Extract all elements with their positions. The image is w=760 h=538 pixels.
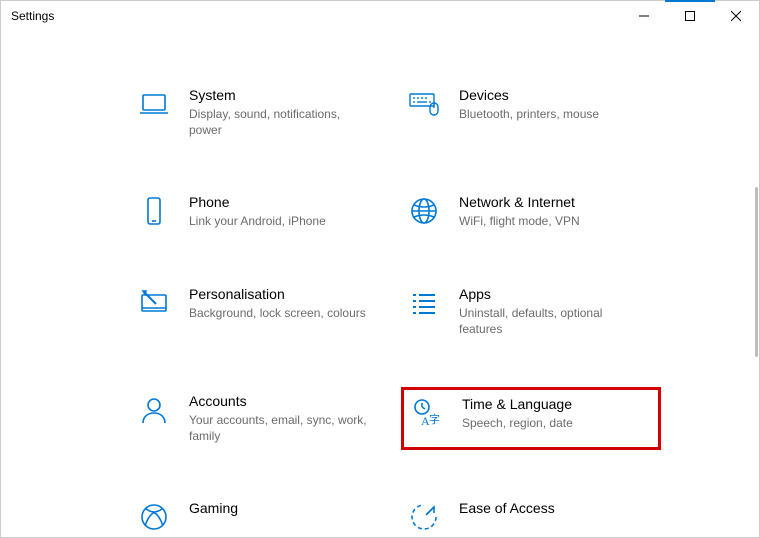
xbox-icon [137,500,171,534]
keyboard-mouse-icon [407,87,441,121]
category-label: Apps [459,286,639,302]
scrollbar-thumb[interactable] [755,187,758,357]
category-desc: Your accounts, email, sync, work, family [189,412,369,444]
maximize-button[interactable] [667,1,713,31]
category-desc: Link your Android, iPhone [189,213,326,229]
category-desc: Bluetooth, printers, mouse [459,106,599,122]
category-label: Devices [459,87,599,103]
titlebar: Settings [1,1,759,31]
accent-bar [665,0,715,2]
category-desc: Display, sound, notifications, power [189,106,369,138]
category-phone[interactable]: Phone Link your Android, iPhone [131,188,391,235]
window-title: Settings [11,9,621,23]
category-desc: Speech, region, date [462,415,573,431]
category-label: System [189,87,369,103]
category-grid: System Display, sound, notifications, po… [131,31,699,537]
category-network[interactable]: Network & Internet WiFi, flight mode, VP… [401,188,661,235]
category-system[interactable]: System Display, sound, notifications, po… [131,81,391,144]
category-time-language[interactable]: A 字 Time & Language Speech, region, date [401,387,661,450]
laptop-icon [137,87,171,121]
globe-icon [407,194,441,228]
category-label: Gaming [189,500,238,516]
phone-icon [137,194,171,228]
category-apps[interactable]: Apps Uninstall, defaults, optional featu… [401,280,661,343]
category-label: Accounts [189,393,369,409]
category-gaming[interactable]: Gaming [131,494,391,537]
category-devices[interactable]: Devices Bluetooth, printers, mouse [401,81,661,144]
time-language-icon: A 字 [410,396,444,430]
category-ease-of-access[interactable]: Ease of Access [401,494,661,537]
category-personalisation[interactable]: Personalisation Background, lock screen,… [131,280,391,343]
person-icon [137,393,171,427]
content-area: System Display, sound, notifications, po… [1,31,759,537]
category-desc: Uninstall, defaults, optional features [459,305,639,337]
window-controls [621,1,759,31]
category-label: Time & Language [462,396,573,412]
list-icon [407,286,441,320]
close-button[interactable] [713,1,759,31]
category-label: Network & Internet [459,194,580,210]
minimize-button[interactable] [621,1,667,31]
ease-of-access-icon [407,500,441,534]
pen-monitor-icon [137,286,171,320]
category-accounts[interactable]: Accounts Your accounts, email, sync, wor… [131,387,391,450]
category-label: Phone [189,194,326,210]
category-label: Personalisation [189,286,366,302]
svg-text:字: 字 [429,412,440,426]
category-desc: WiFi, flight mode, VPN [459,213,580,229]
category-label: Ease of Access [459,500,555,516]
category-desc: Background, lock screen, colours [189,305,366,321]
